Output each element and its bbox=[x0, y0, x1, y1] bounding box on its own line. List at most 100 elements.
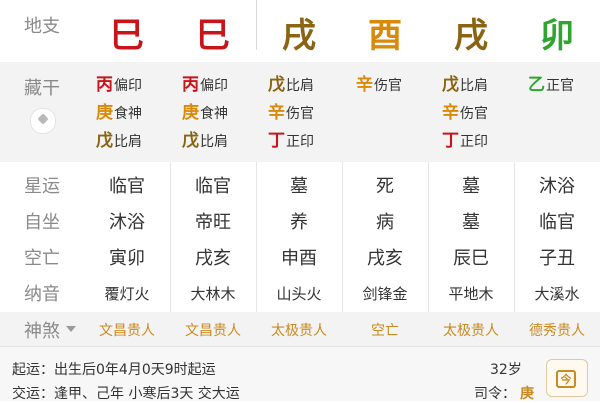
table-cell: 申酉 bbox=[281, 248, 317, 269]
ten-god-label: 正印 bbox=[286, 134, 314, 150]
chevron-down-icon[interactable] bbox=[66, 326, 76, 332]
shensha-cell[interactable]: 德秀贵人 bbox=[514, 320, 600, 340]
branch-char: 戌 bbox=[282, 16, 316, 56]
branch-char: 卯 bbox=[540, 16, 574, 56]
hidden-stem-char: 戊 bbox=[268, 75, 285, 95]
ten-god-label: 伤官 bbox=[460, 106, 488, 122]
hidden-stem-entry: 丁正印 bbox=[268, 126, 354, 151]
branch-char: 巳 bbox=[110, 16, 144, 56]
luck-info-bar: 起运：出生后0年4月0天9时起运 交运：逢甲、己年 小寒后3天 交大运 32岁 … bbox=[0, 346, 600, 403]
ten-god-label: 正官 bbox=[546, 78, 574, 94]
hidden-stem-entry: 戊比肩 bbox=[268, 70, 354, 95]
table-cell: 临官 bbox=[109, 176, 145, 197]
shensha-row[interactable]: 神煞 文昌贵人 文昌贵人 太极贵人 空亡 太极贵人 德秀贵人 bbox=[0, 312, 600, 346]
hidden-stem-char: 辛 bbox=[356, 75, 373, 95]
ten-god-label: 偏印 bbox=[200, 78, 228, 94]
table-cell: 子丑 bbox=[539, 248, 575, 269]
table-cell: 沐浴 bbox=[109, 212, 145, 233]
table-cell: 临官 bbox=[539, 212, 575, 233]
shensha-cell[interactable]: 太极贵人 bbox=[256, 320, 342, 340]
table-row: 纳音 覆灯火 大林木 山头火 剑锋金 平地木 大溪水 bbox=[0, 274, 600, 310]
ten-god-label: 比肩 bbox=[460, 78, 488, 94]
column-divider bbox=[256, 162, 257, 312]
ten-god-label: 偏印 bbox=[114, 78, 142, 94]
ten-god-label: 食神 bbox=[114, 106, 142, 122]
table-cell: 山头火 bbox=[276, 285, 322, 303]
qiyun-label: 起运： bbox=[12, 362, 54, 378]
hidden-stem-char: 丙 bbox=[96, 75, 113, 95]
shensha-cell[interactable]: 文昌贵人 bbox=[84, 320, 170, 340]
calendar-glyph: 今 bbox=[560, 373, 572, 386]
shensha-cell[interactable]: 空亡 bbox=[342, 320, 428, 340]
siling-line: 司令：庚 bbox=[474, 383, 534, 403]
table-row-label: 星运 bbox=[24, 176, 60, 197]
shensha-cell[interactable]: 太极贵人 bbox=[428, 320, 514, 340]
earthly-branch-row: 地支 巳 巳 戌 酉 戌 卯 bbox=[0, 0, 600, 62]
hidden-stem-entry: 辛伤官 bbox=[442, 98, 528, 123]
hidden-stem-char: 戊 bbox=[182, 131, 199, 151]
table-row: 自坐 沐浴 帝旺 养 病 墓 临官 bbox=[0, 202, 600, 238]
table-row: 星运 临官 临官 墓 死 墓 沐浴 bbox=[0, 166, 600, 202]
calendar-button[interactable]: 今 bbox=[546, 359, 588, 397]
hidden-stem-entry: 戊比肩 bbox=[182, 126, 268, 151]
hidden-row-label: 藏干 bbox=[24, 78, 60, 99]
column-divider bbox=[514, 162, 515, 312]
table-row: 空亡 寅卯 戌亥 申酉 戌亥 辰巳 子丑 bbox=[0, 238, 600, 274]
table-cell: 覆灯火 bbox=[104, 285, 150, 303]
table-cell: 墓 bbox=[462, 212, 480, 233]
hidden-stem-char: 庚 bbox=[96, 103, 113, 123]
shensha-cell[interactable]: 文昌贵人 bbox=[170, 320, 256, 340]
table-cell: 剑锋金 bbox=[362, 285, 408, 303]
hidden-stem-entry: 丙偏印 bbox=[96, 70, 182, 95]
qiyun-text: 出生后0年4月0天9时起运 bbox=[54, 362, 216, 378]
ten-god-label: 比肩 bbox=[286, 78, 314, 94]
table-cell: 帝旺 bbox=[195, 212, 231, 233]
hidden-stem-char: 丁 bbox=[442, 131, 459, 151]
ten-god-label: 伤官 bbox=[286, 106, 314, 122]
hidden-stem-char: 辛 bbox=[268, 103, 285, 123]
branch-row-label: 地支 bbox=[24, 16, 60, 37]
table-cell: 死 bbox=[376, 176, 394, 197]
ten-god-label: 比肩 bbox=[200, 134, 228, 150]
ten-god-label: 伤官 bbox=[374, 78, 402, 94]
table-cell: 辰巳 bbox=[453, 248, 489, 269]
table-row-label: 纳音 bbox=[24, 284, 60, 305]
age-value: 32岁 bbox=[490, 362, 522, 378]
hidden-stem-entry: 丁正印 bbox=[442, 126, 528, 151]
branch-char: 巳 bbox=[196, 16, 230, 56]
table-cell: 平地木 bbox=[448, 285, 494, 303]
table-row-label: 空亡 bbox=[24, 248, 60, 269]
hidden-stem-entry: 戊比肩 bbox=[96, 126, 182, 151]
hidden-stem-entry: 乙正官 bbox=[528, 70, 600, 95]
table-cell: 大溪水 bbox=[534, 285, 580, 303]
hidden-stem-entry: 戊比肩 bbox=[442, 70, 528, 95]
ten-god-label: 比肩 bbox=[114, 134, 142, 150]
branch-char: 戌 bbox=[454, 16, 488, 56]
hidden-stem-entry: 丙偏印 bbox=[182, 70, 268, 95]
table-cell: 墓 bbox=[462, 176, 480, 197]
hidden-stem-entry: 辛伤官 bbox=[356, 70, 442, 95]
calendar-icon: 今 bbox=[556, 370, 576, 388]
hidden-stem-char: 戊 bbox=[96, 131, 113, 151]
column-divider bbox=[170, 162, 171, 312]
hidden-stem-char: 丙 bbox=[182, 75, 199, 95]
column-divider bbox=[342, 162, 343, 312]
hidden-stem-char: 庚 bbox=[182, 103, 199, 123]
hidden-stem-char: 戊 bbox=[442, 75, 459, 95]
table-cell: 大林木 bbox=[190, 285, 236, 303]
hidden-stem-entry: 庚食神 bbox=[96, 98, 182, 123]
table-cell: 寅卯 bbox=[109, 248, 145, 269]
pin-icon[interactable] bbox=[30, 108, 56, 134]
table-cell: 病 bbox=[376, 212, 394, 233]
table-cell: 戌亥 bbox=[367, 248, 403, 269]
hidden-stem-char: 丁 bbox=[268, 131, 285, 151]
table-cell: 临官 bbox=[195, 176, 231, 197]
table-cell: 墓 bbox=[290, 176, 308, 197]
hidden-stem-char: 乙 bbox=[528, 75, 545, 95]
table-cell: 戌亥 bbox=[195, 248, 231, 269]
table-cell: 养 bbox=[290, 212, 308, 233]
ten-god-label: 正印 bbox=[460, 134, 488, 150]
table-cell: 沐浴 bbox=[539, 176, 575, 197]
hidden-stems-row: 藏干 丙偏印 庚食神 戊比肩 丙偏印 庚食神 戊比肩 戊比肩 辛伤官 丁正印 辛伤官 戊比肩 辛伤官丁… bbox=[0, 62, 600, 162]
column-divider bbox=[428, 162, 429, 312]
